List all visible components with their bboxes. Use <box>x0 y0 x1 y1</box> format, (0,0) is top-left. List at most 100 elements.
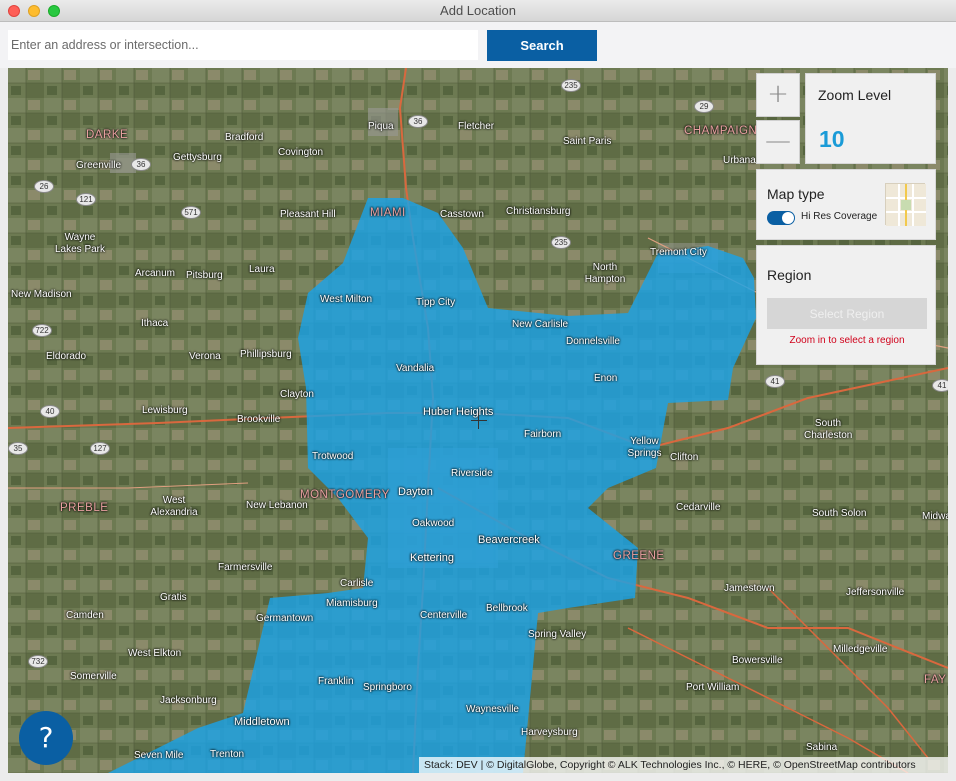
place-label: Dayton <box>398 486 433 498</box>
hi-res-coverage-toggle[interactable] <box>767 211 795 225</box>
place-label: Donnelsville <box>566 336 620 347</box>
street-map-icon <box>886 184 926 226</box>
route-shield: 40 <box>40 405 60 418</box>
search-bar: Search <box>0 22 956 68</box>
place-label: Harveysburg <box>521 727 578 738</box>
county-label: DARKE <box>86 129 129 141</box>
route-shield: 29 <box>694 100 714 113</box>
place-label: Clifton <box>670 452 699 463</box>
help-button[interactable]: ? <box>19 711 73 765</box>
place-label: South Charleston <box>804 418 853 441</box>
county-label: CHAMPAIGN <box>684 125 758 137</box>
place-label: Midway <box>922 511 948 522</box>
place-label: Kettering <box>410 552 455 564</box>
place-label: Bowersville <box>732 655 783 666</box>
place-label: Bradford <box>225 132 264 143</box>
place-label: Yellow Springs <box>627 436 662 459</box>
map-type-title: Map type <box>767 186 825 202</box>
map-type-panel: Map type Hi Res Coverage <box>756 169 936 240</box>
place-label: Tipp City <box>416 297 456 308</box>
route-shield: 41 <box>932 379 948 392</box>
route-shield: 732 <box>28 655 48 668</box>
place-label: Tremont City <box>650 247 707 258</box>
county-label: PREBLE <box>60 502 109 514</box>
place-label: Centerville <box>420 610 468 621</box>
place-label: Middletown <box>234 716 290 728</box>
place-label: West Milton <box>320 294 373 305</box>
route-shield: 235 <box>551 236 571 249</box>
zoom-level-title: Zoom Level <box>818 87 892 103</box>
route-shield: 36 <box>131 158 151 171</box>
place-label: Verona <box>189 351 221 362</box>
place-label: Cedarville <box>676 502 721 513</box>
county-label: MONTGOMERY <box>300 489 390 501</box>
address-search-input[interactable] <box>8 30 478 60</box>
place-label: Eldorado <box>46 351 87 362</box>
map-center-crosshair <box>471 413 487 429</box>
place-label: Somerville <box>70 671 117 682</box>
place-label: Brookville <box>237 414 281 425</box>
place-label: Vandalia <box>396 363 435 374</box>
app-window: Add Location Search <box>0 0 956 781</box>
route-shield: 127 <box>90 442 110 455</box>
place-label: Carlisle <box>340 578 374 589</box>
place-label: Laura <box>249 264 275 275</box>
place-label: Wayne Lakes Park <box>54 232 106 255</box>
place-label: New Carlisle <box>512 319 569 330</box>
place-label: Pitsburg <box>186 270 223 281</box>
place-label: Casstown <box>440 209 484 220</box>
zoom-level-panel: Zoom Level 10 <box>805 73 936 164</box>
map-attribution: Stack: DEV | © DigitalGlobe, Copyright ©… <box>419 757 948 773</box>
place-label: Gettysburg <box>173 152 222 163</box>
county-label: GREENE <box>613 550 665 562</box>
place-label: Lewisburg <box>142 405 188 416</box>
place-label: Urbana <box>723 155 756 166</box>
route-shield: 571 <box>181 206 201 219</box>
select-region-button[interactable]: Select Region <box>767 298 927 329</box>
place-label: Sabina <box>806 742 838 753</box>
place-label: Fletcher <box>458 121 495 132</box>
route-shield: 26 <box>34 180 54 193</box>
place-label: Piqua <box>368 121 394 132</box>
region-panel: Region Select Region Zoom in to select a… <box>756 245 936 365</box>
place-label: Gratis <box>160 592 187 603</box>
place-label: Milledgeville <box>833 644 888 655</box>
map-type-thumbnail[interactable] <box>885 183 926 226</box>
search-button[interactable]: Search <box>487 30 597 61</box>
region-error-message: Zoom in to select a region <box>789 335 905 346</box>
toggle-knob <box>782 212 794 224</box>
place-label: Jeffersonville <box>846 587 905 598</box>
place-label: Franklin <box>318 676 354 687</box>
route-shield: 35 <box>8 442 28 455</box>
place-label: South Solon <box>812 508 867 519</box>
window-title: Add Location <box>440 3 516 18</box>
place-label: Miamisburg <box>326 598 378 609</box>
place-label: Jacksonburg <box>160 695 217 706</box>
place-label: Christiansburg <box>506 206 571 217</box>
place-label: Camden <box>66 610 104 621</box>
zoom-out-button[interactable]: — <box>756 120 800 164</box>
place-label: Springboro <box>363 682 412 693</box>
county-label: FAY <box>924 674 947 686</box>
place-label: Germantown <box>256 613 314 624</box>
place-label: Greenville <box>76 160 122 171</box>
region-title: Region <box>767 267 812 283</box>
place-label: Covington <box>278 147 324 158</box>
place-label: Enon <box>594 373 618 384</box>
place-label: Farmersville <box>218 562 273 573</box>
place-label: Pleasant Hill <box>280 209 336 220</box>
route-shield: 121 <box>76 193 96 206</box>
zoom-in-button[interactable]: + <box>756 73 800 117</box>
place-label: Waynesville <box>466 704 519 715</box>
route-shield: 235 <box>561 79 581 92</box>
place-label: Beavercreek <box>478 534 540 546</box>
place-label: Port William <box>686 682 740 693</box>
place-label: Arcanum <box>135 268 176 279</box>
place-label: Oakwood <box>412 518 455 529</box>
route-shield: 41 <box>765 375 785 388</box>
title-bar: Add Location <box>0 0 956 22</box>
place-label: Trotwood <box>312 451 354 462</box>
place-label: Bellbrook <box>486 603 528 614</box>
place-label: Trenton <box>210 749 245 760</box>
place-label: Seven Mile <box>134 750 184 761</box>
